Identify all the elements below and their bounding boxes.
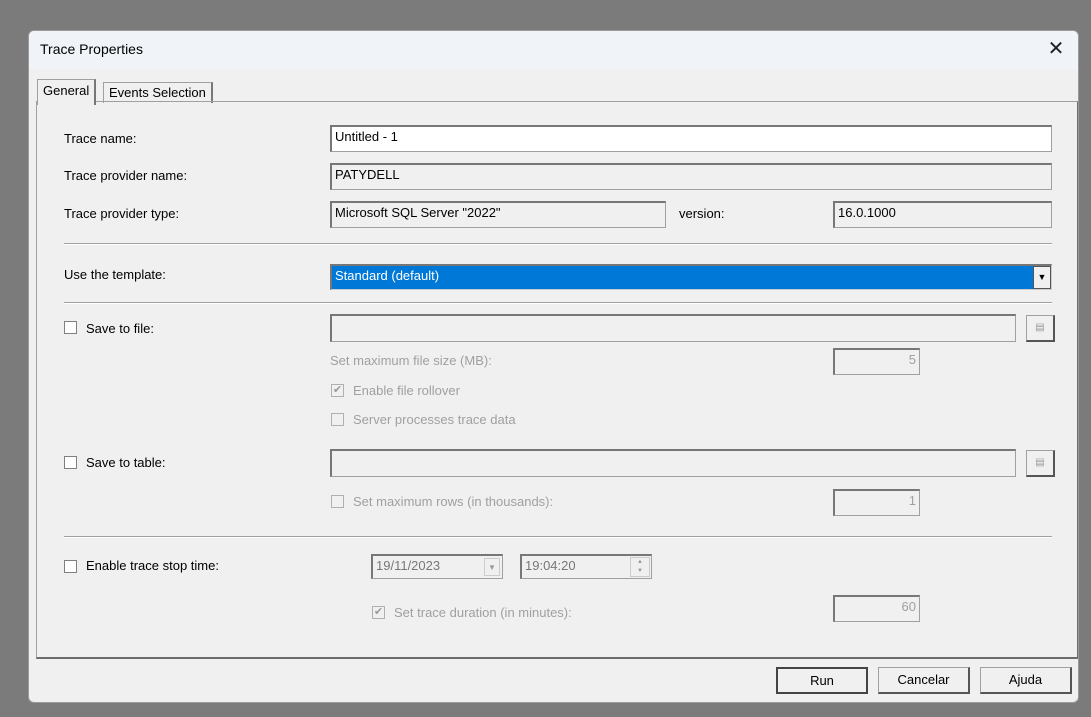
help-button[interactable]: Ajuda — [980, 667, 1072, 694]
stop-date-value: 19/11/2023 — [376, 558, 441, 573]
save-to-file-label: Save to file: — [86, 321, 154, 336]
stop-date-picker: 19/11/2023 ▼ — [371, 554, 503, 579]
chevron-down-icon[interactable]: ▼ — [1033, 266, 1051, 289]
trace-name-label: Trace name: — [64, 131, 137, 146]
save-to-table-input — [330, 449, 1016, 477]
browse-file-button[interactable]: ▤ — [1026, 315, 1055, 342]
browse-icon: ▤ — [1035, 457, 1045, 468]
duration-input: 60 — [833, 595, 920, 622]
stop-time-picker: 19:04:20 ▲ ▼ — [520, 554, 652, 579]
template-label: Use the template: — [64, 267, 166, 282]
divider — [64, 302, 1052, 304]
max-rows-label: Set maximum rows (in thousands): — [353, 494, 554, 509]
browse-table-button[interactable]: ▤ — [1026, 450, 1055, 477]
save-to-file-input — [330, 314, 1016, 342]
title-bar: Trace Properties ✕ — [29, 31, 1078, 69]
template-select[interactable]: Standard (default) ▼ — [330, 264, 1052, 290]
provider-name-field: PATYDELL — [330, 163, 1052, 190]
stop-time-value: 19:04:20 — [525, 558, 576, 573]
version-label: version: — [679, 206, 725, 221]
save-to-table-checkbox[interactable] — [64, 456, 77, 469]
provider-type-field: Microsoft SQL Server "2022" — [330, 201, 666, 228]
stop-time-label: Enable trace stop time: — [86, 558, 219, 573]
tab-events-selection[interactable]: Events Selection — [103, 82, 213, 103]
divider — [64, 536, 1052, 538]
max-file-size-label: Set maximum file size (MB): — [330, 353, 492, 368]
run-button[interactable]: Run — [776, 667, 868, 694]
trace-properties-dialog: Trace Properties ✕ General Events Select… — [28, 30, 1079, 703]
server-processes-checkbox — [331, 413, 344, 426]
chevron-down-icon: ▼ — [484, 558, 500, 576]
duration-checkbox: ✔ — [372, 606, 385, 619]
template-value: Standard (default) — [335, 268, 440, 283]
duration-label: Set trace duration (in minutes): — [394, 605, 572, 620]
stop-time-checkbox[interactable] — [64, 560, 77, 573]
close-icon[interactable]: ✕ — [1044, 37, 1068, 61]
max-rows-input: 1 — [833, 489, 920, 516]
tab-general[interactable]: General — [37, 79, 97, 105]
server-processes-label: Server processes trace data — [353, 412, 516, 427]
file-rollover-label: Enable file rollover — [353, 383, 460, 398]
version-field: 16.0.1000 — [833, 201, 1052, 228]
max-file-size-input: 5 — [833, 348, 920, 375]
save-to-file-checkbox[interactable] — [64, 321, 77, 334]
divider — [64, 243, 1052, 245]
window-title: Trace Properties — [40, 41, 143, 57]
file-rollover-checkbox: ✔ — [331, 384, 344, 397]
browse-icon: ▤ — [1035, 322, 1045, 333]
cancel-button[interactable]: Cancelar — [878, 667, 970, 694]
spinner-icon: ▲ ▼ — [630, 557, 650, 577]
provider-name-label: Trace provider name: — [64, 168, 188, 183]
save-to-table-label: Save to table: — [86, 455, 166, 470]
max-rows-checkbox — [331, 495, 344, 508]
trace-name-input[interactable]: Untitled - 1 — [330, 125, 1052, 152]
provider-type-label: Trace provider type: — [64, 206, 180, 221]
